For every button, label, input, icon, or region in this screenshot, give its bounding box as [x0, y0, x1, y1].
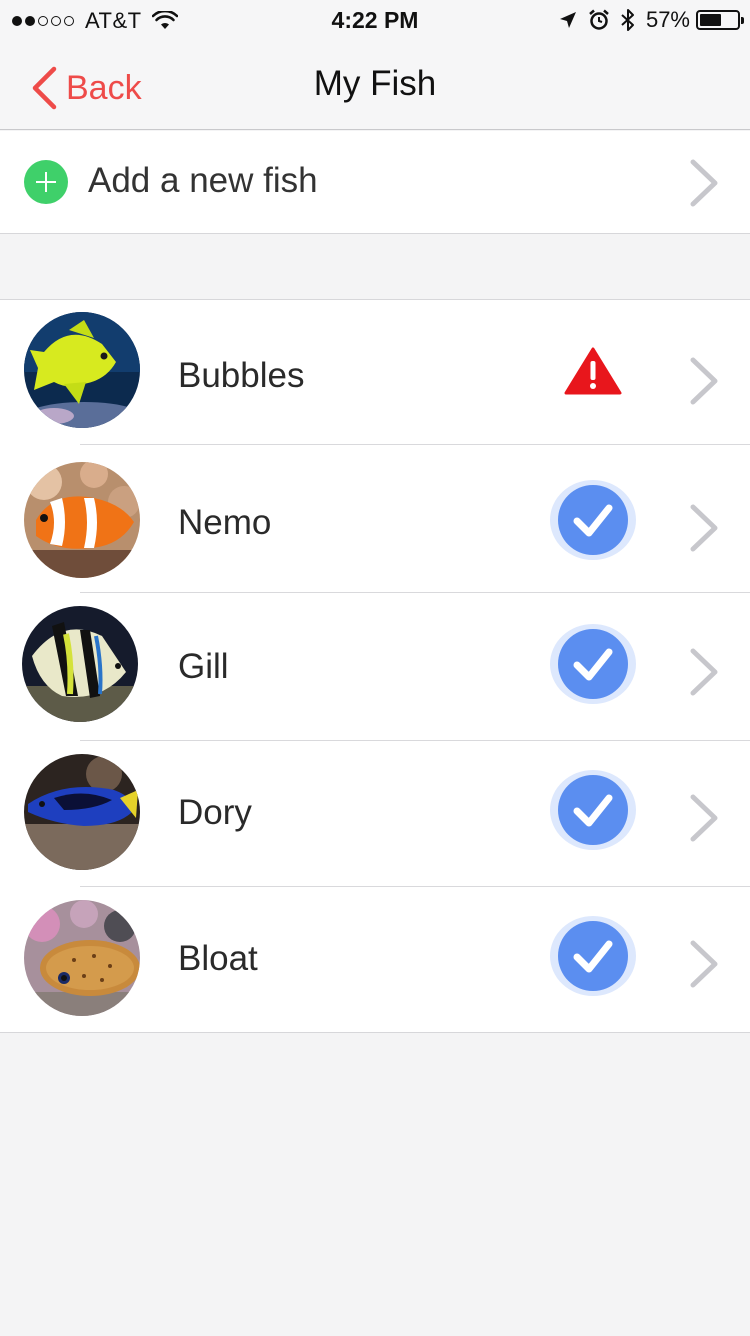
battery-percent: 57% — [645, 7, 690, 32]
row-divider — [80, 740, 750, 741]
row-divider — [80, 592, 750, 593]
check-circle-icon — [550, 916, 636, 996]
fish-avatar-dory — [24, 754, 140, 870]
chevron-right-icon — [690, 794, 718, 842]
battery-icon — [696, 10, 744, 30]
add-circle-icon — [24, 160, 68, 204]
add-new-fish-row[interactable]: Add a new fish — [0, 131, 750, 234]
chevron-right-icon — [690, 159, 718, 207]
navigation-bar: Back My Fish — [0, 40, 750, 130]
fish-row-bubbles[interactable]: Bubbles — [0, 300, 750, 445]
fish-name: Dory — [178, 793, 252, 832]
alarm-clock-icon — [589, 9, 609, 30]
fish-avatar-gill — [22, 606, 138, 722]
bluetooth-icon — [621, 9, 634, 31]
page-title: My Fish — [313, 64, 437, 103]
chevron-right-icon — [690, 940, 718, 988]
chevron-right-icon — [690, 648, 718, 696]
warning-icon — [564, 347, 622, 395]
fish-name: Bloat — [178, 939, 258, 978]
fish-row-dory[interactable]: Dory — [0, 742, 750, 887]
status-right: 57% — [548, 7, 744, 33]
fish-avatar-bloat — [24, 900, 140, 1016]
fish-row-gill[interactable]: Gill — [0, 596, 750, 741]
chevron-right-icon — [690, 504, 718, 552]
battery-level-fill — [700, 14, 721, 26]
fish-row-bloat[interactable]: Bloat — [0, 888, 750, 1033]
fish-name: Nemo — [178, 503, 272, 542]
fish-list: Bubbles Nemo Gill Dory Bloat — [0, 299, 750, 1033]
check-circle-icon — [550, 624, 636, 704]
fish-row-nemo[interactable]: Nemo — [0, 448, 750, 593]
row-divider — [80, 886, 750, 887]
chevron-right-icon — [690, 357, 718, 405]
add-new-fish-label: Add a new fish — [88, 161, 318, 200]
location-arrow-icon — [559, 12, 576, 28]
fish-avatar-bubbles — [24, 312, 140, 428]
fish-avatar-nemo — [24, 462, 140, 578]
check-circle-icon — [550, 480, 636, 560]
fish-name: Bubbles — [178, 356, 305, 395]
fish-name: Gill — [178, 647, 229, 686]
status-bar: AT&T 4:22 PM 57% — [0, 0, 750, 40]
row-divider — [80, 444, 750, 445]
check-circle-icon — [550, 770, 636, 850]
